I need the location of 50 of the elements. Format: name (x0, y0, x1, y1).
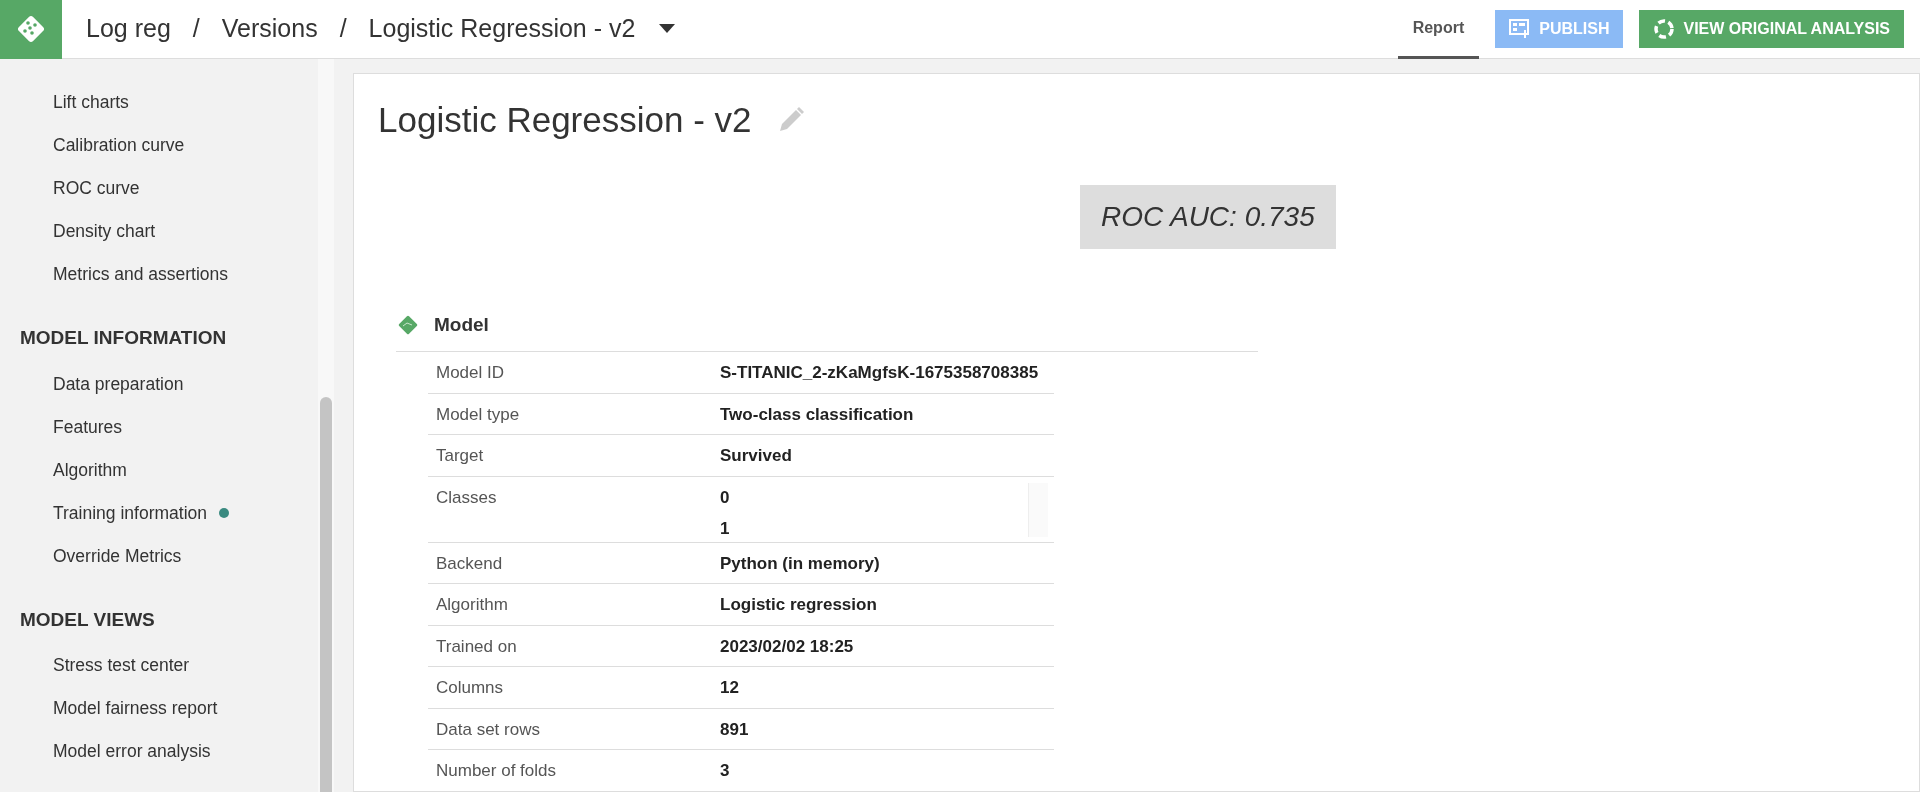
breadcrumb-separator: / (192, 13, 200, 45)
property-label: Model ID (435, 362, 506, 384)
property-label: Classes (435, 486, 498, 509)
sidebar-item[interactable]: Lift charts (0, 81, 318, 124)
property-label: Model type (435, 403, 521, 426)
property-label: Trained on (435, 635, 518, 658)
sidebar-item[interactable]: Data preparation (0, 362, 318, 406)
sidebar-item[interactable]: Algorithm (0, 448, 318, 492)
report-title: Logistic Regression - v2 (378, 99, 752, 141)
property-value: Logistic regression (720, 594, 878, 616)
sidebar-item[interactable]: Metrics and assertions (0, 253, 318, 296)
property-value: 891 (720, 718, 750, 741)
property-value: S-TITANIC_2-zKaMgfsK-1675358708385 (720, 362, 1040, 384)
breadcrumb-link[interactable]: Logistic Regression - v2 (368, 10, 636, 48)
property-value: 1 (720, 518, 731, 540)
logo[interactable] (0, 0, 62, 59)
property-label: Algorithm (435, 594, 509, 616)
sidebar-item[interactable]: Model fairness report (0, 687, 318, 730)
breadcrumb-link[interactable]: Versions (221, 10, 318, 48)
sidebar-item[interactable]: ROC curve (0, 167, 318, 210)
dashed-circle-icon (1653, 18, 1676, 40)
property-label: Target (435, 445, 485, 467)
property-value: 3 (720, 760, 731, 782)
property-value: Survived (720, 445, 793, 467)
sidebar-item[interactable]: Stress test center (0, 644, 318, 687)
sidebar-item[interactable]: Training information (0, 491, 318, 535)
breadcrumb-link[interactable]: Log reg (86, 10, 171, 48)
sidebar-item[interactable]: Features (0, 405, 318, 449)
sidebar-section-heading: MODEL VIEWS (19, 607, 156, 632)
sidebar-item[interactable]: Calibration curve (0, 124, 318, 167)
caret-icon[interactable] (659, 24, 676, 34)
sidebar-item[interactable]: Density chart (0, 210, 318, 253)
property-value: 0 (720, 486, 731, 509)
property-value: 2023/02/02 18:25 (720, 635, 855, 658)
property-value: 12 (720, 677, 740, 699)
property-value: Two-class classification (720, 403, 915, 426)
sidebar-item[interactable]: Override Metrics (0, 534, 318, 578)
property-label: Backend (435, 552, 504, 575)
property-value: Python (in memory) (720, 552, 881, 575)
property-label: Data set rows (435, 718, 541, 741)
metric-badge: ROC AUC: 0.735 (1080, 184, 1336, 249)
property-label: Number of folds (435, 760, 557, 782)
sidebar-item[interactable]: Model error analysis (0, 730, 318, 773)
dashboard-plus-icon (1509, 19, 1532, 39)
property-label: Columns (435, 677, 505, 699)
section-heading: Model (434, 312, 489, 337)
report-tab[interactable]: Report (1397, 0, 1480, 59)
sidebar-section-heading: MODEL INFORMATION (19, 326, 228, 350)
scrollbar-thumb[interactable] (320, 397, 332, 792)
breadcrumb-separator: / (339, 13, 347, 45)
